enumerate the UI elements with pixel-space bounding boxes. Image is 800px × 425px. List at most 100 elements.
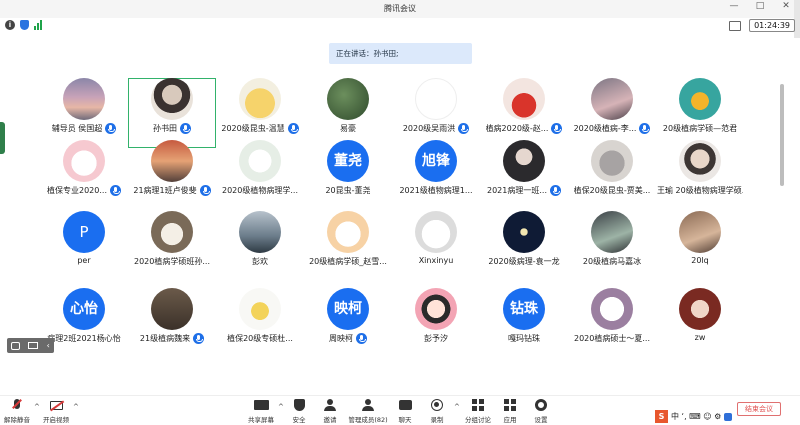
participant-name-row: zw [648, 333, 752, 342]
participant-tile[interactable]: Xinxinyu [392, 211, 480, 281]
participant-tile[interactable]: 2020级植物病理学... [216, 140, 304, 210]
participant-tile[interactable]: 植保专业2020... [40, 140, 128, 210]
share-screen-button[interactable]: 共享屏幕 [241, 398, 281, 424]
chat-bubble-icon[interactable] [11, 341, 21, 350]
participant-name: 嘎玛钻珠 [508, 334, 540, 343]
chat-icon [398, 400, 412, 410]
participant-name: 周映柯 [329, 334, 353, 343]
participant-name: per [77, 256, 91, 265]
signal-icon[interactable] [34, 20, 42, 30]
view-layout-icon[interactable] [729, 20, 742, 31]
minimize-button[interactable]: — [726, 1, 742, 11]
grid-scrollbar[interactable] [780, 84, 784, 186]
participant-tile[interactable]: 钻珠 嘎玛钻珠 [480, 288, 568, 358]
participant-name: 2020级昆虫-温慧 [221, 124, 285, 133]
participant-name-row: 20级植病学硕—范君 [648, 123, 752, 134]
video-off-icon [49, 401, 63, 410]
participant-name: Xinxinyu [418, 256, 454, 265]
collapse-icon[interactable]: ‹ [47, 341, 50, 350]
participant-avatar: 钻珠 [503, 288, 545, 330]
participant-tile[interactable]: zw [656, 288, 744, 358]
participant-tile[interactable]: 彭予汐 [392, 288, 480, 358]
title-bar: 腾讯会议 — □ ✕ [0, 0, 800, 18]
participant-avatar [239, 140, 281, 182]
participant-avatar [239, 78, 281, 120]
participant-tile[interactable]: 孙书田 [128, 77, 216, 148]
security-shield-icon [293, 399, 305, 411]
unmute-label: 解除静音 [4, 416, 30, 424]
participant-tile[interactable]: 20级植病马嘉冰 [568, 211, 656, 281]
participant-tile[interactable]: 彭欢 [216, 211, 304, 281]
start-video-button[interactable]: 开启视频 [36, 398, 76, 424]
participant-name: 植保20级昆虫-贾美... [573, 186, 651, 195]
participant-tile[interactable]: 21级植病魏来 [128, 288, 216, 358]
participant-avatar [415, 78, 457, 120]
participant-name: zw [694, 333, 706, 342]
participant-tile[interactable]: 董尧 20昆虫-董尧 [304, 140, 392, 210]
participant-name: 植病2020级-赵... [485, 124, 549, 133]
participant-tile[interactable]: 2020级吴雨洪 [392, 78, 480, 148]
participant-tile[interactable]: 王瑜 20级植物病理学硕... [656, 140, 744, 210]
breakout-icon [472, 399, 484, 411]
end-meeting-button[interactable]: 结束会议 [737, 402, 781, 416]
participant-avatar [327, 211, 369, 253]
participant-tile[interactable]: 20级植病学硕_赵雪... [304, 211, 392, 281]
participant-tile[interactable]: 映柯 周映柯 [304, 288, 392, 358]
participant-name: 2021病理一班... [487, 186, 547, 195]
participant-tile[interactable]: 2020级昆虫-温慧 [216, 78, 304, 148]
mic-active-icon [180, 122, 191, 134]
participant-avatar: P [63, 211, 105, 253]
record-button[interactable]: 录制 [417, 398, 457, 424]
maximize-button[interactable]: □ [752, 1, 768, 11]
participant-tile[interactable]: 易豪 [304, 78, 392, 148]
participant-avatar [591, 140, 633, 182]
ime-status[interactable]: 中 ‘, ⌨ ☺ ⚙ [671, 411, 721, 422]
participant-avatar: 映柯 [327, 288, 369, 330]
unmute-button[interactable]: 解除静音 [0, 398, 37, 424]
participant-tile[interactable]: 辅导员 侯国超 [40, 78, 128, 148]
participant-tile[interactable]: 植保20级专硕杜... [216, 288, 304, 358]
participant-avatar [239, 211, 281, 253]
start-video-label: 开启视频 [43, 416, 69, 424]
participant-avatar [239, 288, 281, 330]
shield-icon[interactable] [20, 20, 29, 30]
video-options-caret[interactable]: ^ [73, 403, 79, 411]
tray-app-icon[interactable] [724, 412, 733, 421]
participant-name: 植保20级专硕杜... [227, 334, 293, 343]
participant-name-row: 王瑜 20级植物病理学硕... [648, 185, 752, 196]
info-icon[interactable]: i [5, 20, 15, 30]
manage-members-button[interactable]: 管理成员(82) [348, 398, 388, 424]
participant-tile[interactable]: 2020植病学硕班孙... [128, 211, 216, 281]
settings-button[interactable]: 设置 [521, 398, 561, 424]
apps-label: 应用 [503, 416, 517, 424]
participant-name: 20级植病学硕_赵雪... [309, 257, 387, 266]
manage-members-label: 管理成员(82) [348, 416, 388, 424]
participant-tile[interactable]: 2020级植病-李... [568, 78, 656, 148]
chat-label: 聊天 [398, 416, 412, 424]
breakout-label: 分组讨论 [465, 416, 491, 424]
participant-tile[interactable]: 21病理1班卢俊斐 [128, 140, 216, 210]
participant-avatar [415, 211, 457, 253]
participant-tile[interactable]: 2020植病硕士～夏... [568, 288, 656, 358]
close-button[interactable]: ✕ [778, 1, 794, 11]
participant-tile[interactable]: 20级植病学硕—范君 [656, 78, 744, 148]
layout-icon[interactable] [28, 342, 39, 349]
participant-tile[interactable]: 植病2020级-赵... [480, 78, 568, 148]
participant-name: 20级植病学硕—范君 [662, 124, 738, 133]
participant-name: 20级植病马嘉冰 [582, 257, 642, 266]
participant-name: 21病理1班卢俊斐 [133, 186, 197, 195]
participant-tile[interactable]: Pper [40, 211, 128, 281]
participant-avatar [151, 211, 193, 253]
participant-tile[interactable]: 2021病理一班... [480, 140, 568, 210]
apps-icon [504, 399, 516, 411]
participant-tile[interactable]: 旭锋 2021级植物病理1... [392, 140, 480, 210]
participant-tile[interactable]: 植保20级昆虫-贾美... [568, 140, 656, 210]
participant-avatar [679, 140, 721, 182]
left-drawer-handle[interactable] [0, 122, 5, 154]
participant-avatar [150, 77, 193, 120]
speaking-indicator: 正在讲话：孙书田; [329, 43, 472, 64]
invite-button[interactable]: 邀请 [310, 398, 350, 424]
ime-logo-icon[interactable]: S [655, 410, 668, 423]
participant-tile[interactable]: 20lq [656, 211, 744, 281]
participant-tile[interactable]: 2020级病理-袁一龙 [480, 211, 568, 281]
